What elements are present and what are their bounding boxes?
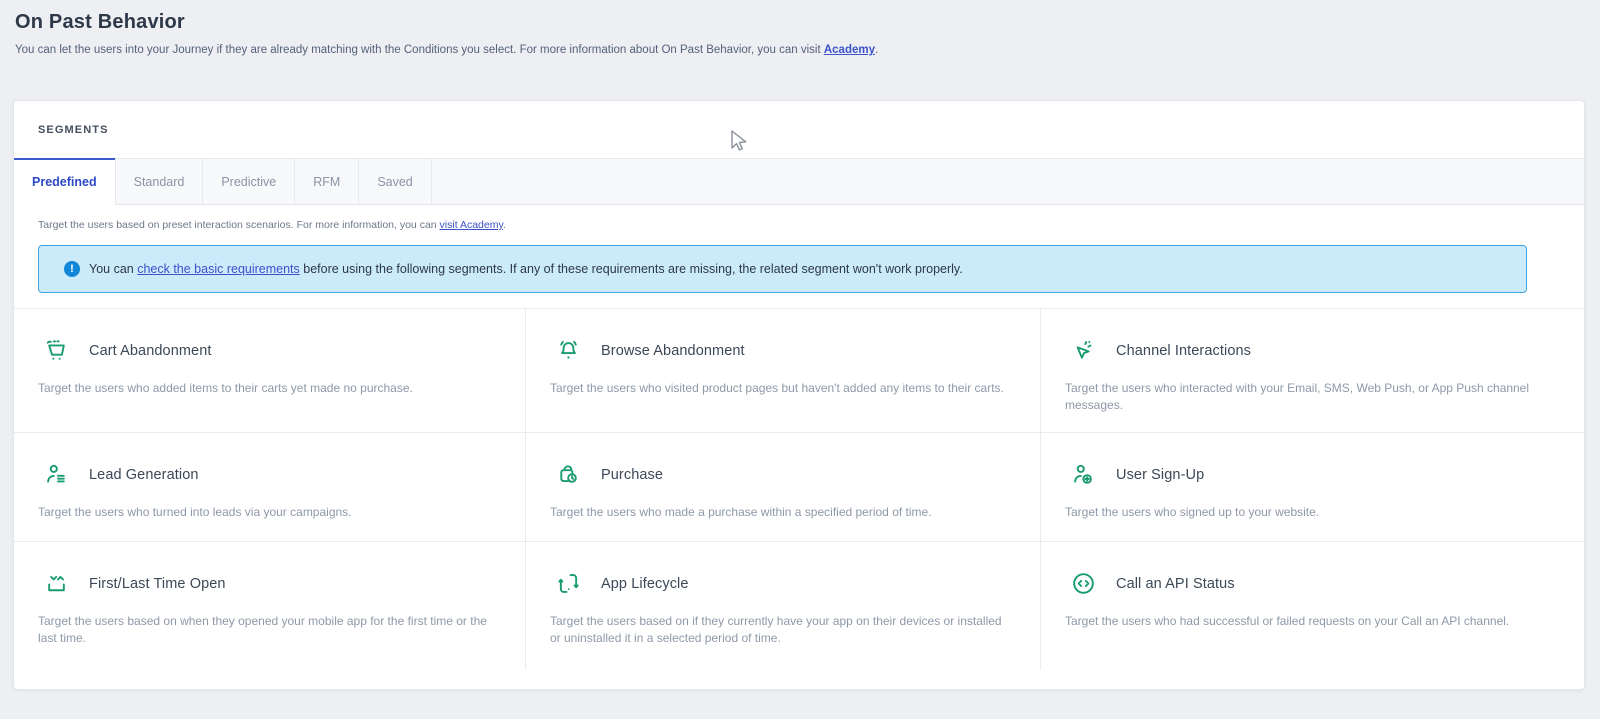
card-user-sign-up[interactable]: User Sign-Up Target the users who signed… [1041, 432, 1584, 541]
tab-saved-label: Saved [377, 175, 412, 189]
tab-description-text: Target the users based on preset interac… [38, 219, 440, 231]
app-lifecycle-icon [555, 570, 582, 597]
card-head: User Sign-Up [1070, 461, 1554, 488]
card-description: Target the users who visited product pag… [550, 380, 1010, 397]
card-title: First/Last Time Open [89, 576, 226, 592]
card-head: App Lifecycle [555, 570, 1010, 597]
card-head: Purchase [555, 461, 1010, 488]
page-description: You can let the users into your Journey … [15, 44, 1584, 56]
tab-description-period: . [503, 219, 506, 231]
tab-bar-filler [432, 159, 1584, 204]
info-banner: ! You can check the basic requirements b… [38, 245, 1527, 293]
tab-saved[interactable]: Saved [359, 159, 431, 204]
card-head: Browse Abandonment [555, 337, 1010, 364]
card-description: Target the users who turned into leads v… [38, 504, 495, 521]
check-basic-requirements-link[interactable]: check the basic requirements [137, 262, 300, 276]
tab-standard[interactable]: Standard [116, 159, 204, 204]
page-description-text: You can let the users into your Journey … [15, 44, 824, 56]
info-exclamation-icon: ! [64, 261, 80, 277]
card-channel-interactions[interactable]: Channel Interactions Target the users wh… [1041, 308, 1584, 432]
tab-content-intro: Target the users based on preset interac… [14, 205, 1584, 293]
card-head: Call an API Status [1070, 570, 1554, 597]
code-circle-icon [1070, 570, 1097, 597]
card-title: Lead Generation [89, 467, 199, 483]
card-app-lifecycle[interactable]: App Lifecycle Target the users based on … [526, 541, 1041, 670]
card-description: Target the users based on when they open… [38, 613, 495, 648]
tab-rfm-label: RFM [313, 175, 340, 189]
card-head: Channel Interactions [1070, 337, 1554, 364]
segment-cards-grid: Cart Abandonment Target the users who ad… [14, 308, 1584, 670]
card-purchase[interactable]: Purchase Target the users who made a pur… [526, 432, 1041, 541]
card-description: Target the users who added items to thei… [38, 380, 495, 397]
card-title: Call an API Status [1116, 576, 1235, 592]
card-title: Purchase [601, 467, 663, 483]
card-description: Target the users who signed up to your w… [1065, 504, 1530, 521]
cart-icon [43, 337, 70, 364]
card-call-an-api-status[interactable]: Call an API Status Target the users who … [1041, 541, 1584, 670]
card-first-last-time-open[interactable]: First/Last Time Open Target the users ba… [14, 541, 526, 670]
bell-icon [555, 337, 582, 364]
card-title: Channel Interactions [1116, 343, 1251, 359]
visit-academy-link[interactable]: visit Academy [440, 219, 503, 231]
purchase-bag-clock-icon [555, 461, 582, 488]
card-title: App Lifecycle [601, 576, 689, 592]
card-head: Cart Abandonment [43, 337, 495, 364]
user-plus-icon [1070, 461, 1097, 488]
card-title: Cart Abandonment [89, 343, 212, 359]
lead-person-icon [43, 461, 70, 488]
cursor-click-icon [1070, 337, 1097, 364]
tab-rfm[interactable]: RFM [295, 159, 359, 204]
card-cart-abandonment[interactable]: Cart Abandonment Target the users who ad… [14, 308, 526, 432]
segments-panel-header: SEGMENTS [14, 101, 1584, 158]
tab-predictive-label: Predictive [221, 175, 276, 189]
card-description: Target the users who interacted with you… [1065, 380, 1530, 415]
tab-standard-label: Standard [134, 175, 185, 189]
card-title: Browse Abandonment [601, 343, 745, 359]
segments-panel: SEGMENTS Predefined Standard Predictive … [13, 100, 1585, 690]
tab-predefined-label: Predefined [32, 175, 97, 189]
page-header: On Past Behavior You can let the users i… [0, 0, 1600, 56]
tab-predefined[interactable]: Predefined [14, 159, 116, 204]
card-title: User Sign-Up [1116, 467, 1204, 483]
card-description: Target the users based on if they curren… [550, 613, 1010, 648]
card-lead-generation[interactable]: Lead Generation Target the users who tur… [14, 432, 526, 541]
info-banner-prefix: You can [89, 262, 137, 276]
academy-link[interactable]: Academy [824, 44, 875, 56]
card-description: Target the users who made a purchase wit… [550, 504, 1010, 521]
card-head: First/Last Time Open [43, 570, 495, 597]
card-head: Lead Generation [43, 461, 495, 488]
segments-label: SEGMENTS [38, 124, 109, 136]
page-title: On Past Behavior [15, 11, 1584, 34]
page-description-period: . [875, 44, 878, 56]
info-banner-text: You can check the basic requirements bef… [89, 262, 963, 276]
card-browse-abandonment[interactable]: Browse Abandonment Target the users who … [526, 308, 1041, 432]
open-box-icon [43, 570, 70, 597]
info-banner-suffix: before using the following segments. If … [300, 262, 963, 276]
card-description: Target the users who had successful or f… [1065, 613, 1530, 630]
tab-description: Target the users based on preset interac… [38, 219, 1560, 231]
segments-tab-bar: Predefined Standard Predictive RFM Saved [14, 158, 1584, 205]
tab-predictive[interactable]: Predictive [203, 159, 295, 204]
